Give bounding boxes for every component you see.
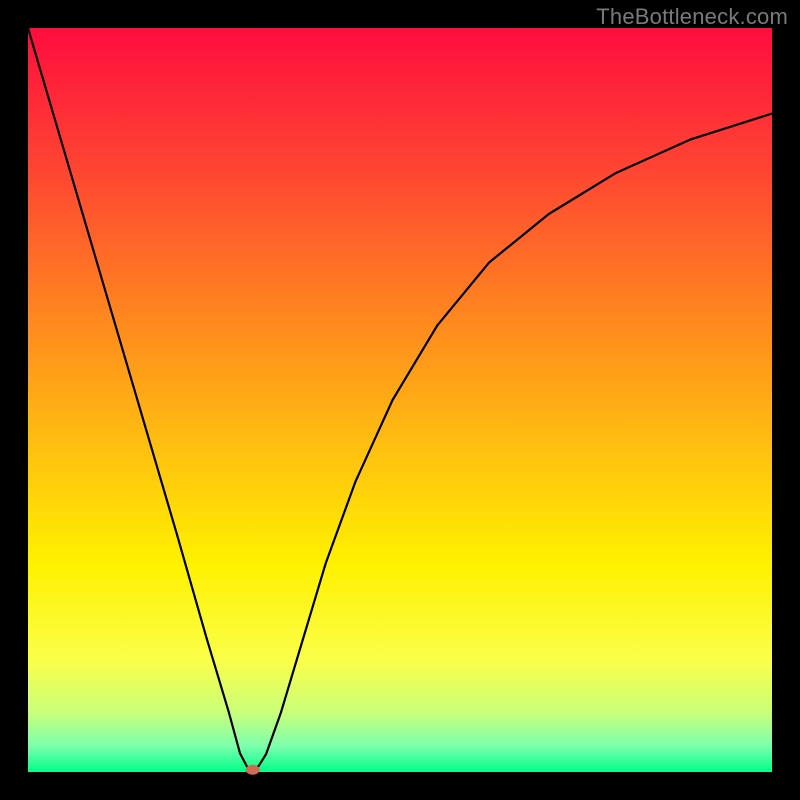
chart-svg (0, 0, 800, 800)
chart-minimum-marker (246, 765, 260, 775)
chart-plot-background (28, 28, 772, 772)
watermark-text: TheBottleneck.com (596, 4, 788, 30)
chart-container: TheBottleneck.com (0, 0, 800, 800)
